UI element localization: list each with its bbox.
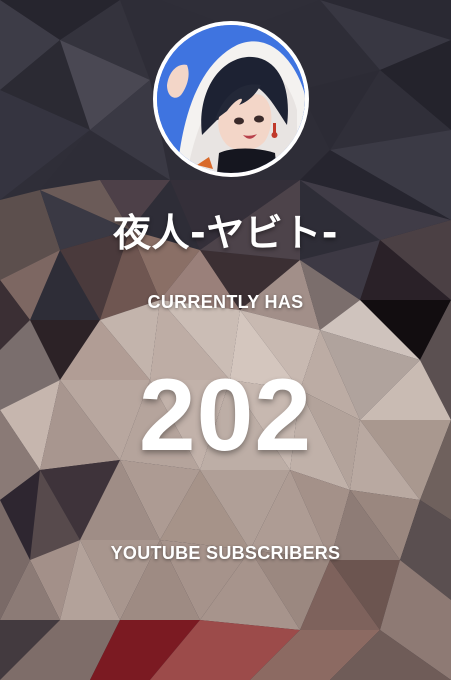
currently-has-label: CURRENTLY HAS: [147, 292, 304, 312]
subscriber-count: 202: [138, 358, 313, 472]
channel-avatar: [153, 21, 309, 177]
youtube-subscribers-label: YOUTUBE SUBSCRIBERS: [110, 543, 341, 563]
avatar-portrait-icon: [157, 25, 305, 173]
channel-name: 夜人-ヤビト-: [112, 211, 339, 255]
subscriber-counter-widget: 夜人-ヤビト- CURRENTLY HAS 202 YOUTUBE SUBSCR…: [0, 0, 451, 680]
